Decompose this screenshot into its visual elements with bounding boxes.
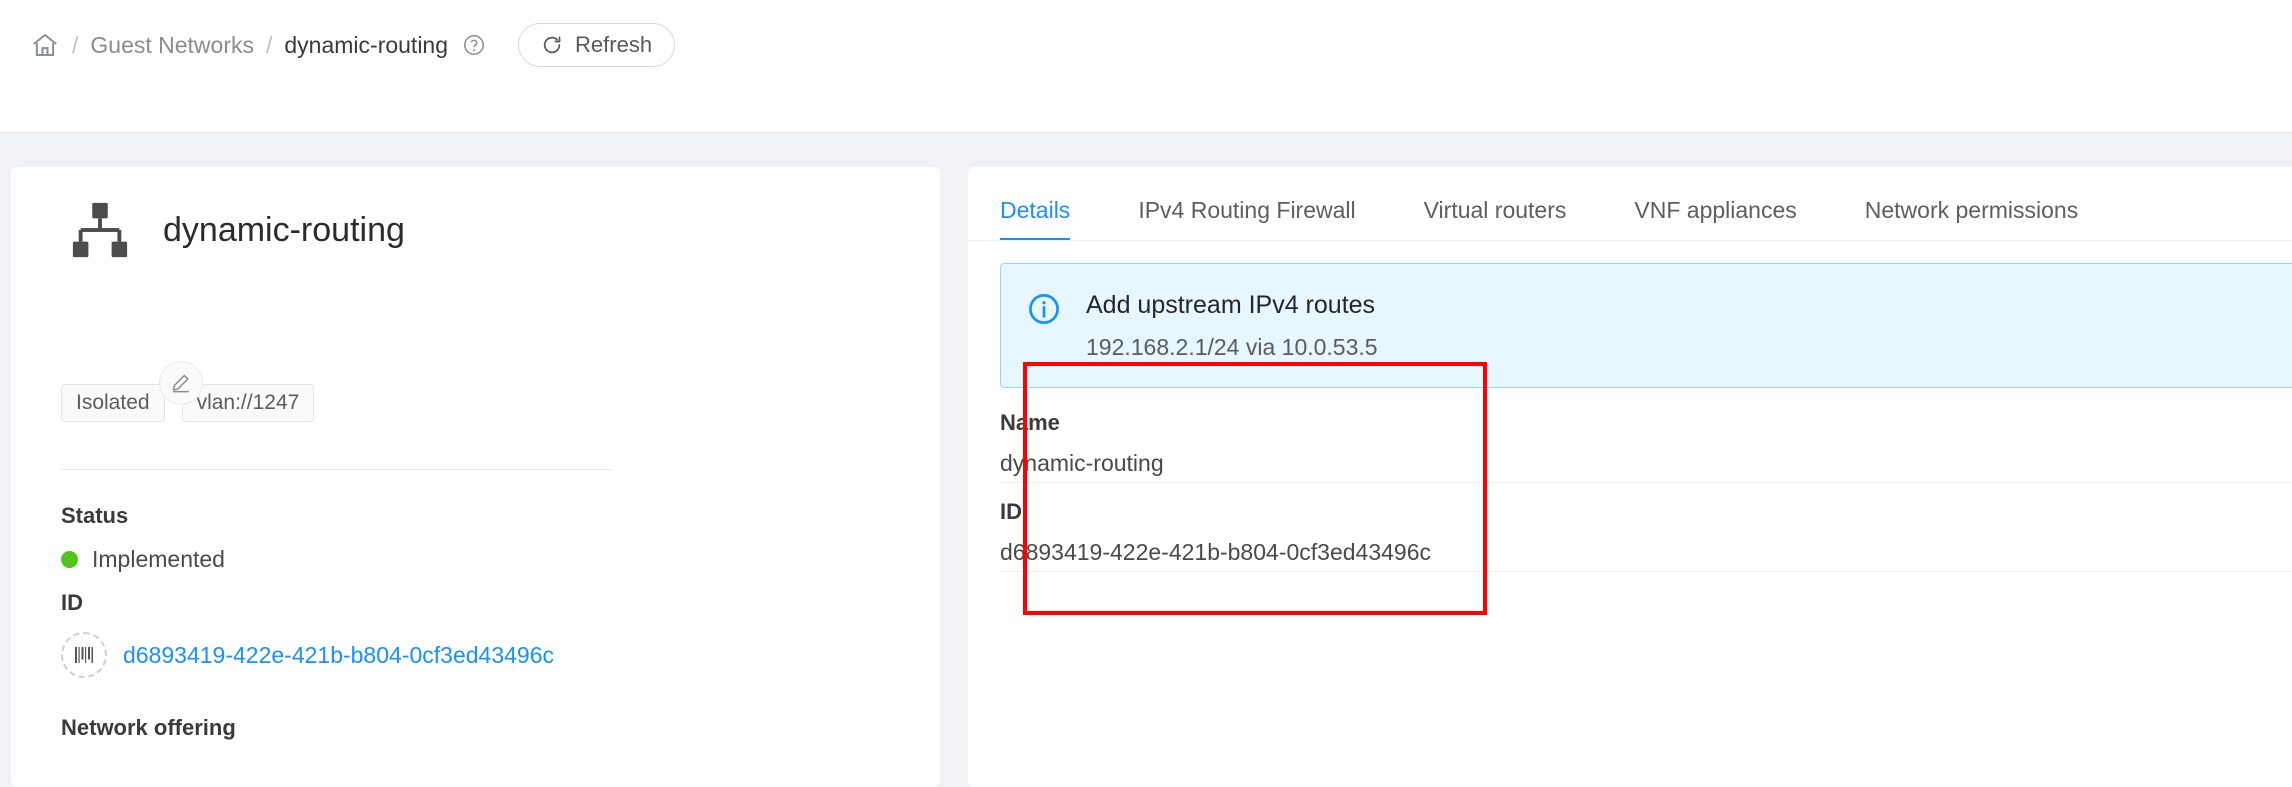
detail-id-label: ID [1000,499,1431,525]
tab-vnf-appliances[interactable]: VNF appliances [1634,197,1796,241]
refresh-icon [541,34,563,56]
info-circle-icon [1027,290,1061,326]
network-title: dynamic-routing [163,211,405,250]
tab-details[interactable]: Details [1000,197,1070,241]
network-summary-card: dynamic-routing Isolated vlan://1247 Sta… [11,167,940,787]
alert-description: 192.168.2.1/24 via 10.0.53.5 [1086,334,1378,361]
network-header: dynamic-routing [69,199,405,261]
breadcrumb: / Guest Networks / dynamic-routing Refre… [30,24,675,66]
tabs-divider [968,240,2292,241]
network-offering-field: Network offering [61,715,236,741]
id-field: ID d6893419-422e-421b-b804-0cf3ed43496c [61,590,554,678]
refresh-button[interactable]: Refresh [518,23,675,67]
question-circle-icon[interactable] [448,33,486,57]
alert-title: Add upstream IPv4 routes [1086,290,1378,320]
breadcrumb-item-dynamic-routing: dynamic-routing [284,32,448,59]
id-label: ID [61,590,554,616]
network-offering-label: Network offering [61,715,236,741]
status-label: Status [61,503,225,529]
home-icon[interactable] [30,30,60,60]
status-value: Implemented [92,546,225,573]
sitemap-icon [69,199,131,261]
page-header: / Guest Networks / dynamic-routing Refre… [0,0,2292,133]
network-details-card: Details IPv4 Routing Firewall Virtual ro… [968,167,2292,787]
detail-field-id: ID d6893419-422e-421b-b804-0cf3ed43496c [1000,499,1431,566]
status-field: Status Implemented [61,503,225,573]
detail-field-name: Name dynamic-routing [1000,410,1164,477]
tab-ipv4-routing-firewall[interactable]: IPv4 Routing Firewall [1138,197,1355,241]
upstream-routes-alert: Add upstream IPv4 routes 192.168.2.1/24 … [1000,263,2292,388]
status-dot-icon [61,551,78,568]
detail-name-value: dynamic-routing [1000,450,1164,477]
network-id-link[interactable]: d6893419-422e-421b-b804-0cf3ed43496c [123,642,554,669]
summary-divider [61,469,613,470]
breadcrumb-separator-2: / [254,34,284,57]
detail-name-label: Name [1000,410,1164,436]
detail-tabs: Details IPv4 Routing Firewall Virtual ro… [1000,179,2146,241]
barcode-icon [61,632,107,678]
detail-divider-1 [1000,482,2292,483]
detail-divider-2 [1000,571,2292,572]
breadcrumb-item-guest-networks[interactable]: Guest Networks [90,32,254,59]
breadcrumb-separator-1: / [60,34,90,57]
detail-id-value: d6893419-422e-421b-b804-0cf3ed43496c [1000,539,1431,566]
edit-network-button[interactable] [159,361,203,405]
tab-network-permissions[interactable]: Network permissions [1865,197,2078,241]
refresh-button-label: Refresh [575,32,652,58]
pencil-edit-icon [170,372,192,394]
tag-isolated: Isolated [61,384,165,422]
content-area: dynamic-routing Isolated vlan://1247 Sta… [0,133,2292,772]
tab-virtual-routers[interactable]: Virtual routers [1424,197,1567,241]
